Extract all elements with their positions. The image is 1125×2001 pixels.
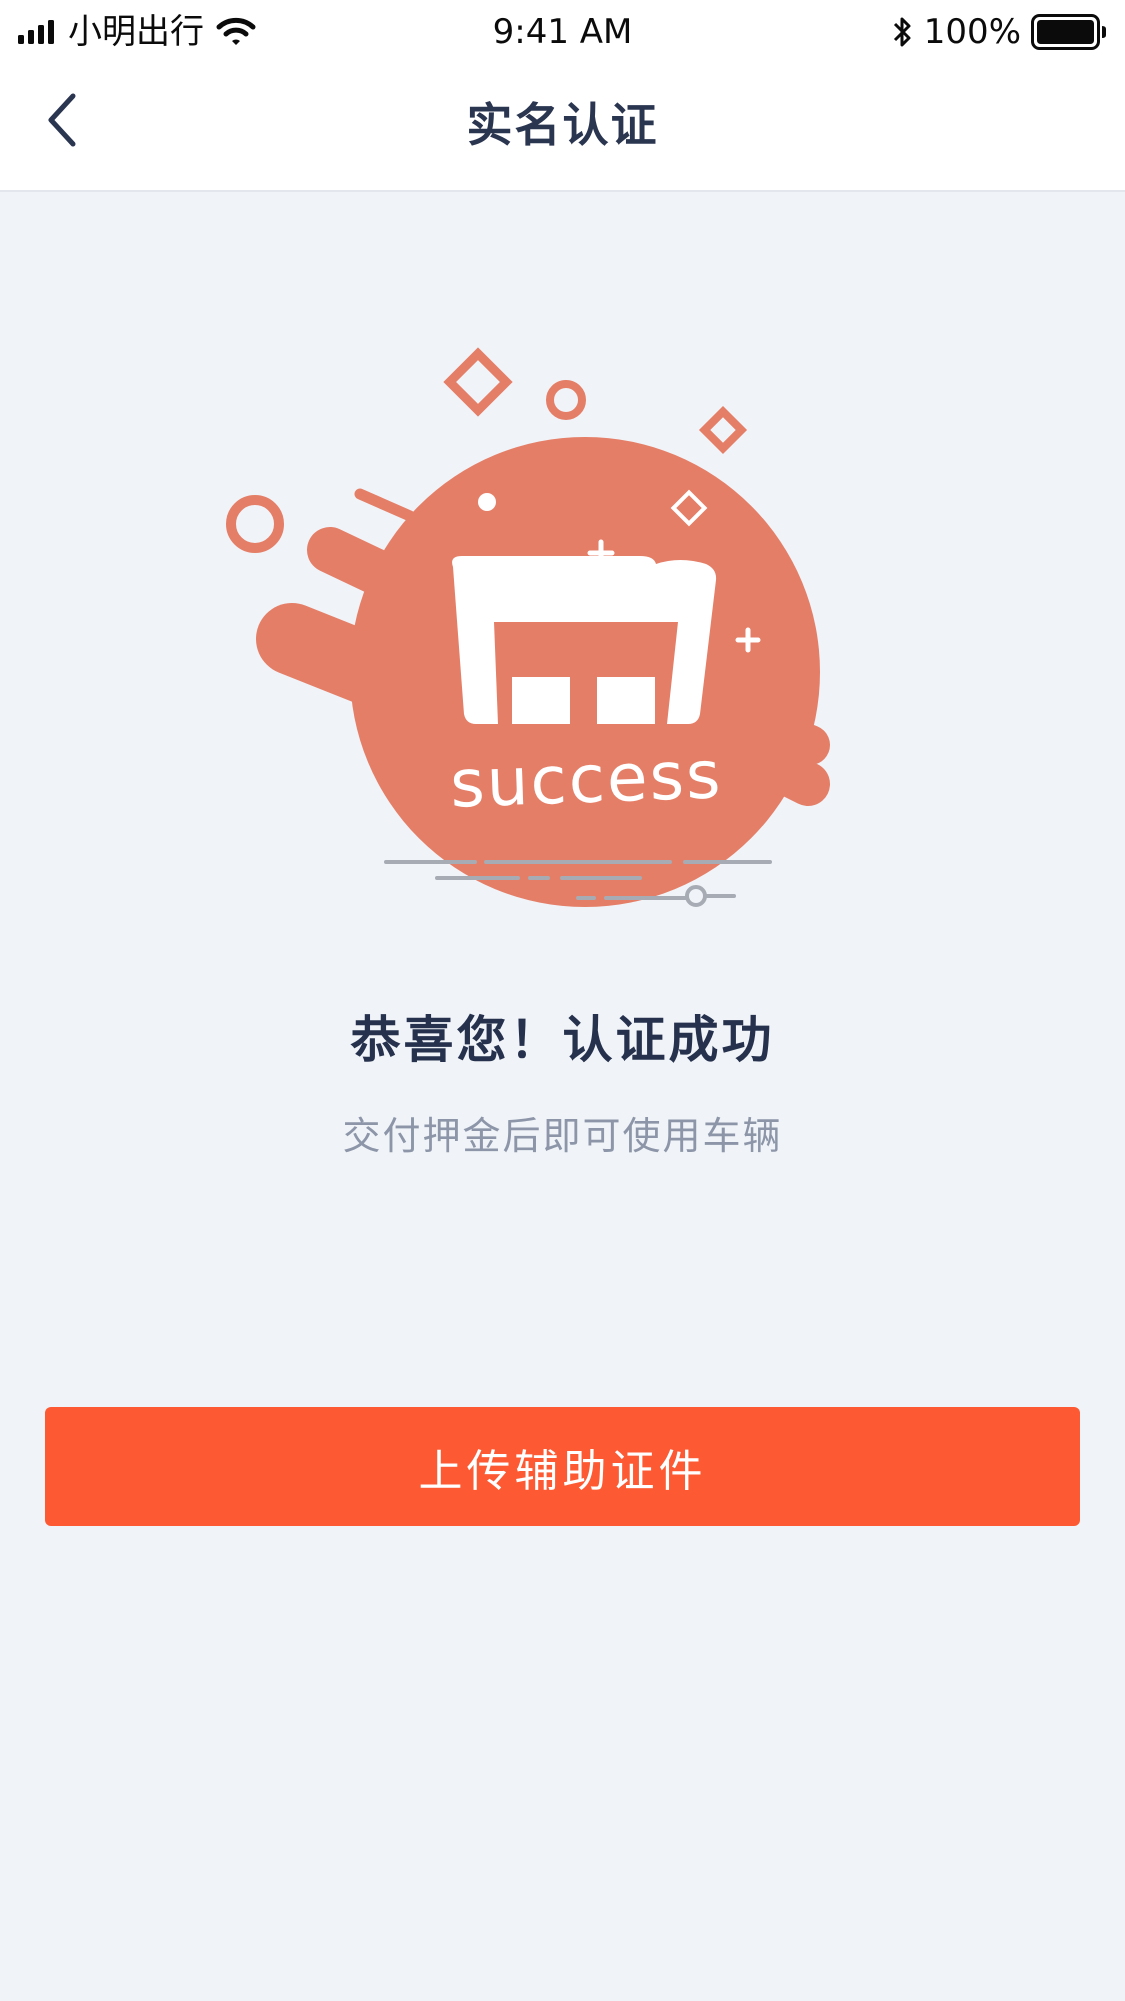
page-title: 实名认证 bbox=[466, 98, 659, 152]
success-subtitle: 交付押金后即可使用车辆 bbox=[342, 1114, 783, 1158]
upload-documents-label: 上传辅助证件 bbox=[418, 1445, 707, 1497]
status-bar: 小明出行 9:41 AM 100% bbox=[0, 0, 1125, 64]
navigation-bar: 实名认证 bbox=[0, 64, 1125, 192]
success-title: 恭喜您！认证成功 bbox=[350, 1011, 775, 1069]
upload-documents-button[interactable]: 上传辅助证件 bbox=[45, 1407, 1080, 1526]
bluetooth-icon bbox=[893, 17, 911, 47]
illustration-decorations bbox=[226, 347, 830, 907]
battery-percent: 100% bbox=[923, 12, 1021, 52]
battery-icon bbox=[1031, 14, 1106, 50]
illustration-label: success bbox=[449, 736, 724, 822]
success-illustration: success bbox=[226, 347, 830, 907]
status-right: 100% bbox=[892, 10, 1107, 54]
